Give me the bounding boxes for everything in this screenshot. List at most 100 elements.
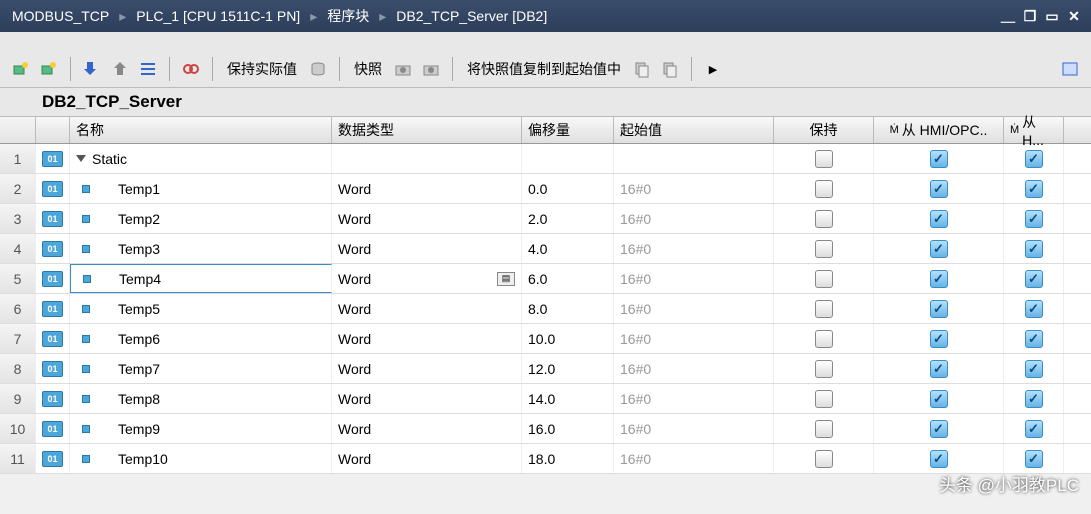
h2-checkbox[interactable] <box>1025 300 1043 318</box>
cell-name[interactable]: Temp6 <box>70 324 332 353</box>
cell-start[interactable]: 16#0 <box>614 174 774 203</box>
cell-name[interactable]: Temp2 <box>70 204 332 233</box>
cell-type[interactable]: Word <box>332 324 522 353</box>
cell-start[interactable]: 16#0 <box>614 444 774 473</box>
cell-h2[interactable] <box>1004 324 1064 353</box>
table-row[interactable]: 901Temp8Word14.016#0 <box>0 384 1091 414</box>
row-number[interactable]: 2 <box>0 174 36 203</box>
col-offset[interactable]: 偏移量 <box>522 117 614 143</box>
col-hmi[interactable]: Ṁ从 HMI/OPC.. <box>874 117 1004 143</box>
minimize-icon[interactable]: ＿ <box>999 7 1017 25</box>
cell-name[interactable]: Temp3 <box>70 234 332 263</box>
cell-offset[interactable]: 18.0 <box>522 444 614 473</box>
cell-h2[interactable] <box>1004 384 1064 413</box>
hmi-checkbox[interactable] <box>930 180 948 198</box>
cell-h2[interactable] <box>1004 174 1064 203</box>
keep-checkbox[interactable] <box>815 270 833 288</box>
cell-type[interactable]: Word <box>332 294 522 323</box>
table-row[interactable]: 801Temp7Word12.016#0 <box>0 354 1091 384</box>
keep-checkbox[interactable] <box>815 300 833 318</box>
cell-start[interactable]: 16#0 <box>614 264 774 293</box>
cell-h2[interactable] <box>1004 354 1064 383</box>
copy-icon-2[interactable] <box>659 58 681 80</box>
h2-checkbox[interactable] <box>1025 390 1043 408</box>
keep-checkbox[interactable] <box>815 360 833 378</box>
maximize-icon[interactable]: ▭ <box>1043 7 1061 25</box>
row-number[interactable]: 4 <box>0 234 36 263</box>
table-row[interactable]: 301Temp2Word2.016#0 <box>0 204 1091 234</box>
cell-keep[interactable] <box>774 174 874 203</box>
row-number[interactable]: 9 <box>0 384 36 413</box>
table-row[interactable]: 401Temp3Word4.016#0 <box>0 234 1091 264</box>
cell-name[interactable]: Static <box>70 144 332 173</box>
cell-start[interactable]: 16#0 <box>614 354 774 383</box>
breadcrumb-0[interactable]: MODBUS_TCP <box>12 8 109 24</box>
keep-checkbox[interactable] <box>815 180 833 198</box>
cell-start[interactable]: 16#0 <box>614 384 774 413</box>
cell-keep[interactable] <box>774 234 874 263</box>
hmi-checkbox[interactable] <box>930 210 948 228</box>
play-icon[interactable]: ▶ <box>702 58 724 80</box>
cell-name[interactable]: Temp10 <box>70 444 332 473</box>
cell-offset[interactable] <box>522 144 614 173</box>
cell-h2[interactable] <box>1004 204 1064 233</box>
h2-checkbox[interactable] <box>1025 180 1043 198</box>
row-number[interactable]: 1 <box>0 144 36 173</box>
hmi-checkbox[interactable] <box>930 450 948 468</box>
cell-offset[interactable]: 10.0 <box>522 324 614 353</box>
cell-start[interactable]: 16#0 <box>614 294 774 323</box>
table-row[interactable]: 101Static <box>0 144 1091 174</box>
cell-offset[interactable]: 4.0 <box>522 234 614 263</box>
snapshot-icon-1[interactable] <box>392 58 414 80</box>
hmi-checkbox[interactable] <box>930 360 948 378</box>
table-row[interactable]: 501Temp4Word▤6.016#0 <box>0 264 1091 294</box>
cell-keep[interactable] <box>774 294 874 323</box>
keep-checkbox[interactable] <box>815 240 833 258</box>
list-icon[interactable] <box>137 58 159 80</box>
row-number[interactable]: 6 <box>0 294 36 323</box>
table-row[interactable]: 601Temp5Word8.016#0 <box>0 294 1091 324</box>
monitor-icon[interactable] <box>180 58 202 80</box>
row-number[interactable]: 10 <box>0 414 36 443</box>
table-row[interactable]: 1101Temp10Word18.016#0 <box>0 444 1091 474</box>
copy-icon-1[interactable] <box>631 58 653 80</box>
cell-h2[interactable] <box>1004 444 1064 473</box>
table-row[interactable]: 1001Temp9Word16.016#0 <box>0 414 1091 444</box>
cell-type[interactable]: Word <box>332 414 522 443</box>
cell-start[interactable]: 16#0 <box>614 204 774 233</box>
cell-keep[interactable] <box>774 444 874 473</box>
cell-name[interactable]: Temp8 <box>70 384 332 413</box>
cell-hmi[interactable] <box>874 174 1004 203</box>
row-number[interactable]: 8 <box>0 354 36 383</box>
cell-offset[interactable]: 12.0 <box>522 354 614 383</box>
h2-checkbox[interactable] <box>1025 150 1043 168</box>
breadcrumb-1[interactable]: PLC_1 [CPU 1511C-1 PN] <box>136 8 300 24</box>
row-number[interactable]: 5 <box>0 264 36 293</box>
cell-keep[interactable] <box>774 354 874 383</box>
insert-row-icon[interactable] <box>10 58 32 80</box>
cell-type[interactable]: Word <box>332 234 522 263</box>
col-name[interactable]: 名称 <box>70 117 332 143</box>
cell-offset[interactable]: 14.0 <box>522 384 614 413</box>
cell-keep[interactable] <box>774 414 874 443</box>
breadcrumb-2[interactable]: 程序块 <box>327 6 369 26</box>
hmi-checkbox[interactable] <box>930 270 948 288</box>
keep-checkbox[interactable] <box>815 330 833 348</box>
hmi-checkbox[interactable] <box>930 240 948 258</box>
copy-snapshot-button[interactable]: 将快照值复制到起始值中 <box>463 59 625 79</box>
hmi-checkbox[interactable] <box>930 330 948 348</box>
keep-checkbox[interactable] <box>815 420 833 438</box>
hmi-checkbox[interactable] <box>930 150 948 168</box>
cell-hmi[interactable] <box>874 204 1004 233</box>
row-number[interactable]: 3 <box>0 204 36 233</box>
col-h2[interactable]: Ṁ从 H... <box>1004 117 1064 143</box>
keep-checkbox[interactable] <box>815 390 833 408</box>
cell-start[interactable]: 16#0 <box>614 324 774 353</box>
cell-keep[interactable] <box>774 264 874 293</box>
keep-checkbox[interactable] <box>815 210 833 228</box>
table-row[interactable]: 701Temp6Word10.016#0 <box>0 324 1091 354</box>
h2-checkbox[interactable] <box>1025 450 1043 468</box>
cell-offset[interactable]: 6.0 <box>522 264 614 293</box>
cell-type[interactable]: Word▤ <box>332 264 522 293</box>
cell-h2[interactable] <box>1004 144 1064 173</box>
